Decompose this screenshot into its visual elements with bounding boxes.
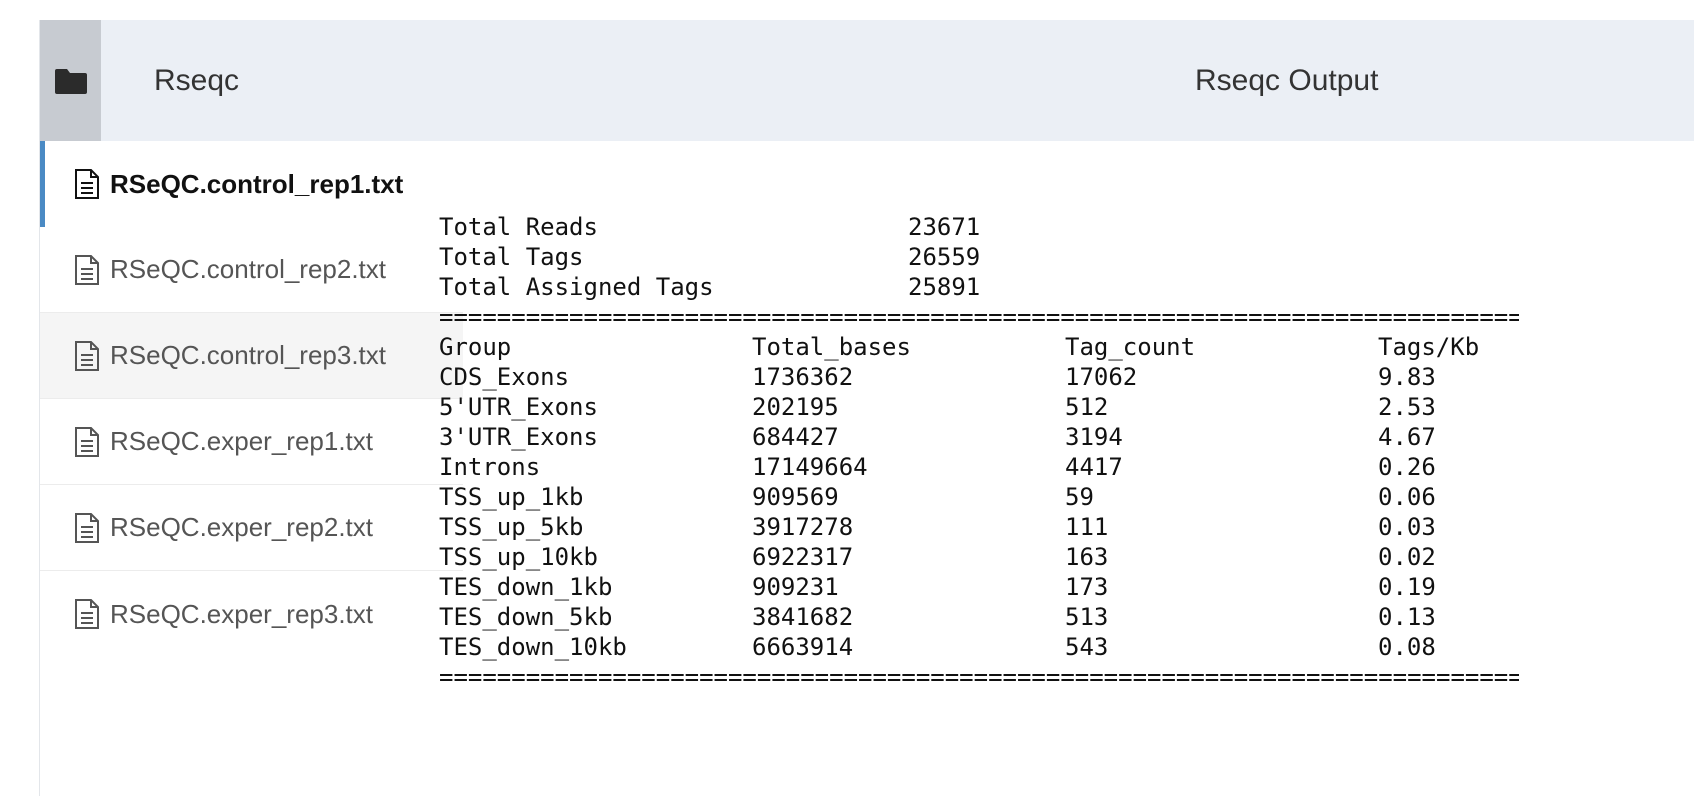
summary-value: 26559 [908, 243, 981, 271]
table-row: 3'UTR_Exons 684427 3194 4.67 [439, 422, 1519, 452]
tags-per-kb-cell: 4.67 [1378, 423, 1436, 451]
panel-header: Rseqc Rseqc Output [40, 20, 1694, 141]
table-row: TES_down_5kb 3841682 513 0.13 [439, 602, 1519, 632]
separator-line: ========================================… [439, 303, 1519, 331]
summary-label: Total Assigned Tags [439, 273, 714, 301]
tag-count-cell: 163 [1065, 543, 1109, 571]
total-bases-cell: 909231 [752, 573, 839, 601]
tag-count-cell: 513 [1065, 603, 1109, 631]
file-name: RSeQC.control_rep2.txt [110, 254, 387, 284]
tags-per-kb-cell: 9.83 [1378, 363, 1436, 391]
tag-count-cell: 17062 [1065, 363, 1138, 391]
table-row: CDS_Exons 1736362 17062 9.83 [439, 362, 1519, 392]
total-bases-cell: 202195 [752, 393, 839, 421]
group-cell: CDS_Exons [439, 363, 570, 391]
summary-value: 25891 [908, 273, 981, 301]
total-bases-cell: 1736362 [752, 363, 854, 391]
tags-per-kb-cell: 2.53 [1378, 393, 1436, 421]
table-row: TSS_up_10kb 6922317 163 0.02 [439, 542, 1519, 572]
group-cell: TES_down_10kb [439, 633, 627, 661]
total-bases-cell: 17149664 [752, 453, 868, 481]
file-name: RSeQC.control_rep3.txt [110, 340, 387, 370]
total-bases-cell: 684427 [752, 423, 839, 451]
summary-row: Total Assigned Tags 25891 [439, 272, 1519, 302]
tag-count-cell: 173 [1065, 573, 1109, 601]
summary-row: Total Tags 26559 [439, 242, 1519, 272]
tags-per-kb-cell: 0.03 [1378, 513, 1436, 541]
group-cell: TSS_up_5kb [439, 513, 584, 541]
file-name: RSeQC.exper_rep3.txt [110, 598, 374, 629]
column-header: Tag_count [1065, 333, 1196, 361]
tag-count-cell: 4417 [1065, 453, 1123, 481]
table-row: Introns 17149664 4417 0.26 [439, 452, 1519, 482]
group-cell: 3'UTR_Exons [439, 423, 598, 451]
total-bases-cell: 3917278 [752, 513, 854, 541]
total-bases-cell: 6922317 [752, 543, 854, 571]
tags-per-kb-cell: 0.08 [1378, 633, 1436, 661]
folder-icon [54, 68, 87, 94]
total-bases-cell: 909569 [752, 483, 839, 511]
tags-per-kb-cell: 0.13 [1378, 603, 1436, 631]
file-item-control-rep2[interactable]: RSeQC.control_rep2.txt [40, 227, 463, 313]
group-cell: TES_down_1kb [439, 573, 613, 601]
file-item-exper-rep3[interactable]: RSeQC.exper_rep3.txt [40, 571, 463, 657]
file-name: RSeQC.exper_rep2.txt [110, 512, 374, 542]
tag-count-cell: 111 [1065, 513, 1109, 541]
file-text-icon [75, 254, 99, 285]
file-name: RSeQC.control_rep1.txt [110, 168, 404, 199]
tag-count-cell: 3194 [1065, 423, 1123, 451]
file-text-icon [75, 426, 99, 457]
file-text-icon [75, 512, 99, 543]
table-row: TSS_up_5kb 3917278 111 0.03 [439, 512, 1519, 542]
file-item-exper-rep2[interactable]: RSeQC.exper_rep2.txt [40, 485, 463, 571]
total-bases-cell: 6663914 [752, 633, 854, 661]
rseqc-output: Total Reads 23671 Total Tags 26559 Total… [439, 212, 1519, 692]
table-header: Group Total_bases Tag_count Tags/Kb [439, 332, 1519, 362]
tags-per-kb-cell: 0.19 [1378, 573, 1436, 601]
group-cell: 5'UTR_Exons [439, 393, 598, 421]
tags-per-kb-cell: 0.02 [1378, 543, 1436, 571]
file-list: RSeQC.control_rep1.txt RSeQC.control_rep… [40, 141, 463, 657]
file-name: RSeQC.exper_rep1.txt [110, 426, 374, 456]
folder-toggle[interactable] [40, 20, 101, 141]
group-cell: TSS_up_10kb [439, 543, 598, 571]
tag-count-cell: 59 [1065, 483, 1094, 511]
file-item-exper-rep1[interactable]: RSeQC.exper_rep1.txt [40, 399, 463, 485]
file-item-control-rep3[interactable]: RSeQC.control_rep3.txt [40, 313, 463, 399]
table-row: 5'UTR_Exons 202195 512 2.53 [439, 392, 1519, 422]
summary-row: Total Reads 23671 [439, 212, 1519, 242]
group-cell: Introns [439, 453, 541, 481]
tags-per-kb-cell: 0.06 [1378, 483, 1436, 511]
total-bases-cell: 3841682 [752, 603, 854, 631]
tag-count-cell: 512 [1065, 393, 1109, 421]
module-title: Rseqc [154, 64, 240, 97]
summary-label: Total Tags [439, 243, 584, 271]
file-text-icon [75, 340, 99, 371]
file-text-icon [75, 169, 99, 199]
column-header: Group [439, 333, 512, 361]
table-row: TSS_up_1kb 909569 59 0.06 [439, 482, 1519, 512]
table-row: TES_down_10kb 6663914 543 0.08 [439, 632, 1519, 662]
tags-per-kb-cell: 0.26 [1378, 453, 1436, 481]
column-header: Tags/Kb [1378, 333, 1480, 361]
summary-value: 23671 [908, 213, 981, 241]
file-text-icon [75, 599, 99, 629]
summary-label: Total Reads [439, 213, 598, 241]
tag-count-cell: 543 [1065, 633, 1109, 661]
table-row: TES_down_1kb 909231 173 0.19 [439, 572, 1519, 602]
group-cell: TES_down_5kb [439, 603, 613, 631]
separator-line: ========================================… [439, 663, 1519, 691]
output-title: Rseqc Output [1195, 64, 1379, 97]
group-cell: TSS_up_1kb [439, 483, 584, 511]
column-header: Total_bases [752, 333, 911, 361]
